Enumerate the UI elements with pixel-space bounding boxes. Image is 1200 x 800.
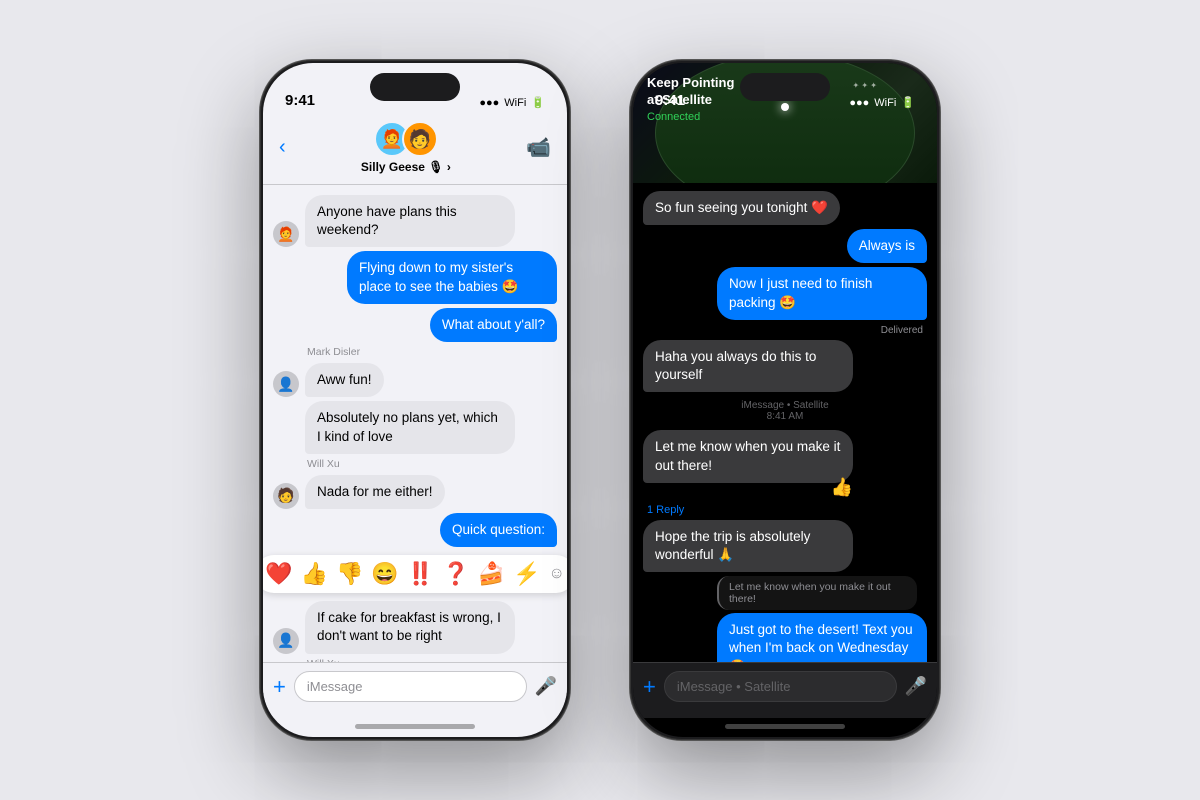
message-bubble: Just got to the desert! Text you when I'… (717, 613, 927, 662)
group-name: Silly Geese 🎙 › (361, 160, 451, 174)
tapback-cake[interactable]: 🍰 (478, 561, 505, 587)
phones-container: 9:41 ●●● WiFi 🔋 ‹ 🧑‍🦰 🧑 Silly Geese 🎙 › (260, 60, 940, 740)
message-bubble: So fun seeing you tonight ❤️ (643, 191, 840, 225)
avatar: 🧑‍🦰 (273, 221, 299, 247)
table-row: Now I just need to finish packing 🤩 (643, 267, 927, 319)
avatar: 🧑 (273, 483, 299, 509)
message-bubble: Nada for me either! (305, 475, 445, 509)
group-avatars: 🧑‍🦰 🧑 (374, 121, 438, 157)
dynamic-island (370, 73, 460, 101)
table-row: So fun seeing you tonight ❤️ (643, 191, 927, 225)
message-input[interactable]: iMessage (294, 671, 527, 702)
phone-1: 9:41 ●●● WiFi 🔋 ‹ 🧑‍🦰 🧑 Silly Geese 🎙 › (260, 60, 570, 740)
avatar: 👤 (273, 371, 299, 397)
message-bubble: Let me know when you make it out there! (643, 430, 853, 482)
status-bar-2: 9:41 ●●● WiFi 🔋 (633, 63, 937, 115)
message-bubble: Now I just need to finish packing 🤩 (717, 267, 927, 319)
satellite-time-label: iMessage • Satellite8:41 AM (643, 400, 927, 422)
signal-icon: ●●● (479, 97, 499, 109)
back-button[interactable]: ‹ (279, 136, 286, 159)
reply-count[interactable]: 1 Reply (647, 504, 927, 516)
message-bubble: Absolutely no plans yet, which I kind of… (305, 401, 515, 453)
battery-icon-2: 🔋 (901, 96, 915, 109)
message-bubble: Always is (847, 229, 927, 263)
table-row: 🧑 Nada for me either! (273, 475, 557, 509)
avatar: 👤 (273, 628, 299, 654)
sender-label: Mark Disler (307, 346, 557, 358)
tapback-question[interactable]: ❓ (442, 561, 469, 587)
status-icons-1: ●●● WiFi 🔋 (479, 96, 545, 109)
input-bar-2: + iMessage • Satellite 🎤 (633, 662, 937, 718)
message-bubble: Quick question: (440, 513, 557, 547)
attach-button-2[interactable]: + (643, 674, 656, 700)
status-icons-2: ●●● WiFi 🔋 (849, 96, 915, 109)
table-row: Absolutely no plans yet, which I kind of… (273, 401, 557, 453)
sender-label: Will Xu (307, 458, 557, 470)
status-time-2: 9:41 (655, 92, 685, 109)
home-indicator (355, 724, 475, 729)
message-bubble: Anyone have plans this weekend? (305, 195, 515, 247)
avatar-2: 🧑 (402, 121, 438, 157)
battery-icon: 🔋 (531, 96, 545, 109)
message-bubble: Flying down to my sister's place to see … (347, 251, 557, 303)
tapback-exclaim[interactable]: ‼️ (407, 561, 434, 587)
tapback-haha[interactable]: 😄 (371, 561, 398, 587)
message-bubble: Aww fun! (305, 363, 384, 397)
tapback-thumbsup[interactable]: 👍 (301, 561, 328, 587)
group-info[interactable]: 🧑‍🦰 🧑 Silly Geese 🎙 › (361, 121, 451, 174)
replied-message: Let me know when you make it out there! (717, 576, 917, 610)
video-call-button[interactable]: 📹 (526, 135, 551, 160)
home-indicator-2 (725, 724, 845, 729)
table-row: 🧑‍🦰 Anyone have plans this weekend? (273, 195, 557, 247)
wifi-icon: WiFi (504, 97, 526, 109)
message-bubble: Hope the trip is absolutely wonderful 🙏 (643, 520, 853, 572)
messages-area-2[interactable]: So fun seeing you tonight ❤️ Always is N… (633, 183, 937, 662)
table-row: Let me know when you make it out there! … (643, 576, 927, 662)
messages-area-1[interactable]: 🧑‍🦰 Anyone have plans this weekend? Flyi… (263, 185, 567, 662)
message-bubble: If cake for breakfast is wrong, I don't … (305, 601, 515, 653)
message-bubble: What about y'all? (430, 308, 557, 342)
table-row: Always is (643, 229, 927, 263)
signal-icon-2: ●●● (849, 97, 869, 109)
status-time-1: 9:41 (285, 92, 315, 109)
nav-header-1: ‹ 🧑‍🦰 🧑 Silly Geese 🎙 › 📹 (263, 115, 567, 185)
wifi-icon-2: WiFi (874, 97, 896, 109)
tapback-bolt[interactable]: ⚡ (513, 561, 540, 587)
message-input-2[interactable]: iMessage • Satellite (664, 671, 897, 702)
attach-button[interactable]: + (273, 674, 286, 700)
table-row: 👤 Aww fun! (273, 363, 557, 397)
table-row: Quick question: (273, 513, 557, 547)
table-row: Hope the trip is absolutely wonderful 🙏 (643, 520, 927, 572)
table-row: What about y'all? (273, 308, 557, 342)
table-row: Haha you always do this to yourself (643, 340, 927, 392)
delivered-status: Delivered (643, 325, 923, 336)
tapback-panel[interactable]: ❤️ 👍 👎 😄 ‼️ ❓ 🍰 ⚡ ☺ (263, 555, 567, 593)
table-row: Let me know when you make it out there! … (643, 430, 927, 497)
tapback-thumbsdown[interactable]: 👎 (336, 561, 363, 587)
tapback-heart[interactable]: ❤️ (265, 561, 292, 587)
input-bar-1: + iMessage 🎤 (263, 662, 567, 718)
mic-button[interactable]: 🎤 (535, 676, 557, 697)
tapback-add-button[interactable]: ☺ (548, 565, 564, 583)
phone-2: 9:41 ●●● WiFi 🔋 Keep Pointingat Satellit… (630, 60, 940, 740)
bubble-container: Let me know when you make it out there! … (643, 430, 853, 497)
table-row: Flying down to my sister's place to see … (273, 251, 557, 303)
mic-button-2[interactable]: 🎤 (905, 676, 927, 697)
message-bubble: Haha you always do this to yourself (643, 340, 853, 392)
table-row: 👤 If cake for breakfast is wrong, I don'… (273, 601, 557, 653)
bubble-container: Let me know when you make it out there! … (717, 576, 927, 662)
